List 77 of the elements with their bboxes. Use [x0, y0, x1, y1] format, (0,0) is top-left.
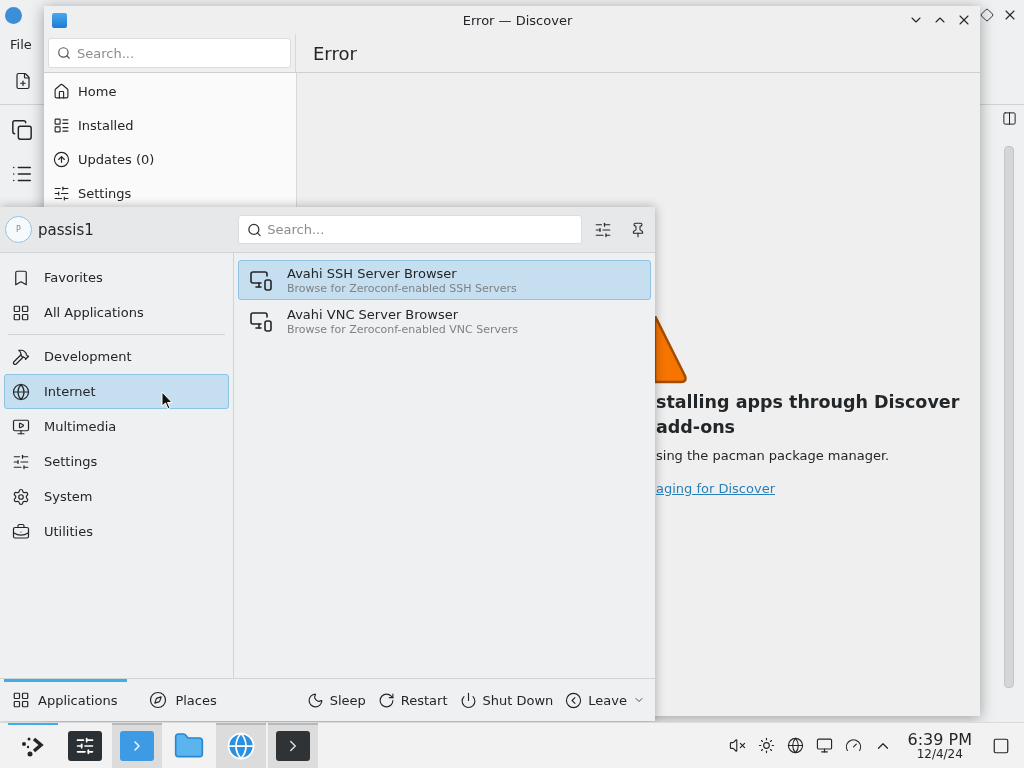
mouse-cursor-icon: [161, 391, 173, 410]
app-description: Browse for Zeroconf-enabled VNC Servers: [287, 322, 518, 336]
category-item[interactable]: All Applications: [4, 295, 229, 330]
grid-icon: [12, 691, 30, 709]
compass-icon: [149, 691, 168, 709]
power-icon: [459, 691, 477, 709]
grid-icon: [12, 303, 30, 322]
menu-item[interactable]: File: [10, 36, 32, 52]
hammer-icon: [12, 347, 30, 366]
error-heading: stalling apps through Discover: [656, 391, 960, 414]
split-view-icon[interactable]: [1001, 111, 1017, 126]
app-name: Avahi VNC Server Browser: [287, 306, 460, 322]
restart-icon: [377, 691, 395, 709]
nav-item[interactable]: Home: [44, 74, 296, 108]
network-icon[interactable]: [786, 737, 804, 754]
globe-icon: [12, 382, 30, 401]
documents-icon[interactable]: [11, 119, 33, 141]
app-item[interactable]: Avahi VNC Server Browser Browse for Zeroconf-enabled VNC Servers: [238, 301, 651, 341]
window-title: Error — Discover: [461, 12, 574, 28]
sliders-icon: [53, 184, 70, 202]
search-field[interactable]: Search...: [238, 215, 583, 244]
launcher-tab[interactable]: Applications: [4, 679, 128, 721]
user-avatar[interactable]: P: [5, 216, 32, 243]
bookmark-icon: [12, 268, 30, 287]
gear-icon: [12, 487, 30, 506]
nav-item[interactable]: Updates (0): [44, 142, 296, 176]
warning-icon: [655, 316, 688, 384]
muted-speaker-icon[interactable]: [728, 737, 746, 754]
display-icon[interactable]: [815, 737, 833, 754]
category-item[interactable]: Internet: [4, 374, 229, 409]
monitor-icon: [249, 309, 273, 333]
power-action-button[interactable]: Shut Down: [453, 684, 560, 716]
power-action-button[interactable]: Leave: [559, 684, 651, 716]
task-button[interactable]: [268, 723, 318, 768]
category-item[interactable]: Multimedia: [4, 409, 229, 444]
toolbox-icon: [12, 522, 30, 541]
monitor-icon: [249, 268, 273, 292]
app-icon: [52, 12, 67, 28]
brightness-icon[interactable]: [757, 737, 775, 754]
clock[interactable]: 6:39 PM 12/4/24: [907, 731, 972, 760]
app-item[interactable]: Avahi SSH Server Browser Browse for Zeroconf-enabled SSH Servers: [238, 260, 651, 300]
search-icon: [247, 222, 263, 237]
sliders-icon: [12, 452, 30, 471]
search-field[interactable]: Search...: [48, 38, 291, 68]
error-heading: add-ons: [656, 416, 737, 439]
sleep-icon: [306, 691, 324, 709]
nav-item[interactable]: Settings: [44, 176, 296, 210]
home-icon: [53, 82, 70, 100]
app-description: Browse for Zeroconf-enabled SSH Servers: [287, 281, 517, 295]
system-settings-icon: [68, 730, 102, 761]
launcher-tab[interactable]: Places: [141, 679, 227, 721]
category-item[interactable]: Favorites: [4, 260, 229, 295]
update-icon: [53, 150, 70, 168]
help-link[interactable]: aging for Discover: [656, 481, 960, 496]
search-icon: [57, 46, 71, 60]
user-name: passis1: [38, 220, 94, 239]
show-desktop-icon[interactable]: [992, 736, 1010, 755]
gauge-icon[interactable]: [844, 737, 862, 754]
power-action-button[interactable]: Restart: [371, 684, 454, 716]
monitor-play-icon: [12, 417, 30, 436]
filter-icon[interactable]: [593, 220, 612, 239]
category-item[interactable]: System: [4, 479, 229, 514]
keep-above-icon[interactable]: [980, 8, 994, 22]
scrollbar[interactable]: [1004, 146, 1014, 688]
category-item[interactable]: Utilities: [4, 514, 229, 549]
category-item[interactable]: Settings: [4, 444, 229, 479]
leave-icon: [565, 691, 583, 709]
app-name: Avahi SSH Server Browser: [287, 265, 458, 281]
terminal-icon: [276, 730, 310, 761]
category-item[interactable]: Development: [4, 339, 229, 374]
nav-item[interactable]: Installed: [44, 108, 296, 142]
power-action-button[interactable]: Sleep: [300, 684, 372, 716]
error-message: sing the pacman package manager.: [656, 448, 891, 463]
new-file-icon[interactable]: [14, 72, 32, 90]
app-logo-icon: [5, 6, 22, 24]
page-title: Error: [312, 42, 357, 64]
list-icon: [53, 116, 70, 134]
